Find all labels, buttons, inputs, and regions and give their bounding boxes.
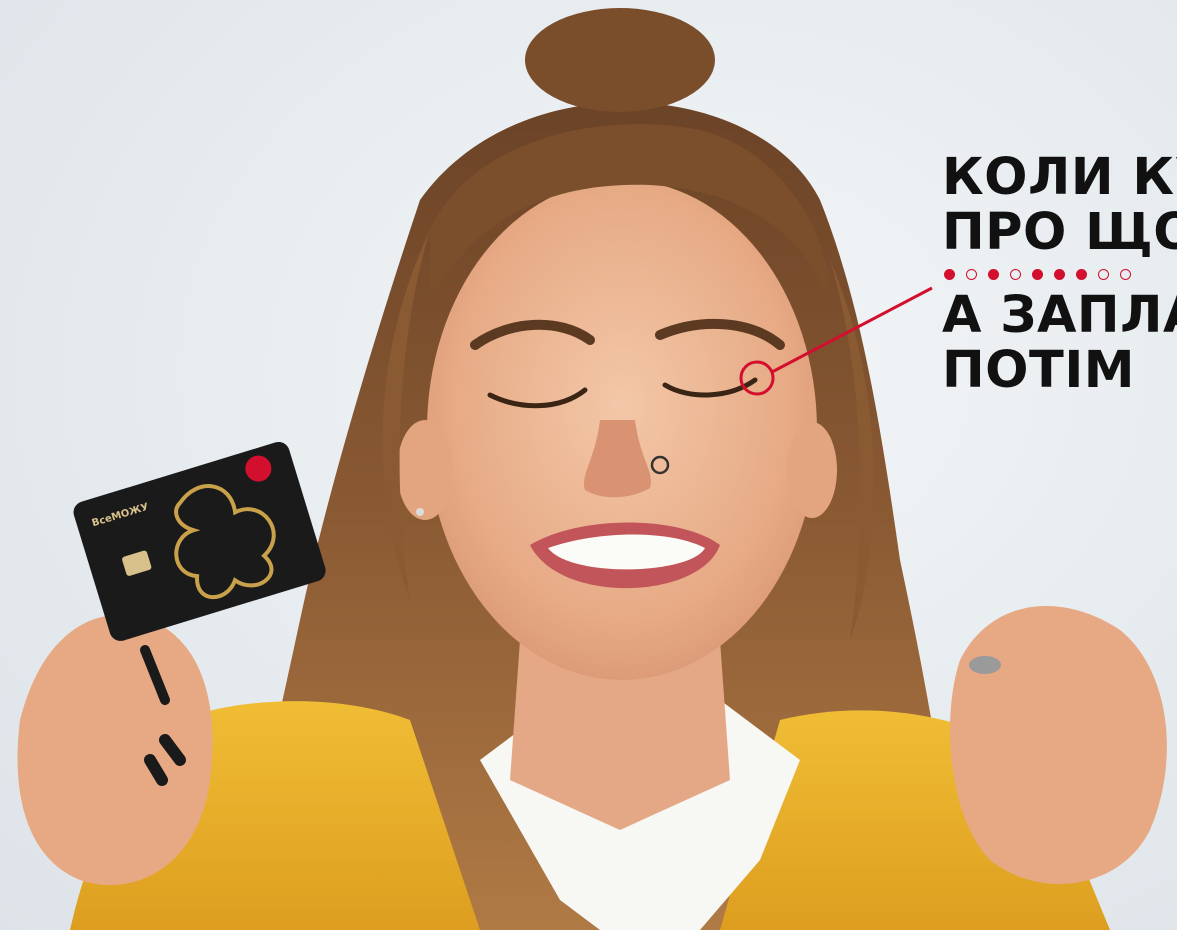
headline-line-2: ПРО ЩО МРІЄШ bbox=[942, 203, 1177, 262]
divider-dot bbox=[1010, 268, 1021, 280]
divider-dot bbox=[1098, 268, 1109, 280]
divider-dot bbox=[966, 268, 977, 280]
headline-line-3: А ЗАПЛАТИШ bbox=[942, 286, 1177, 345]
right-fist bbox=[950, 606, 1167, 884]
headline-line-1: КОЛИ КУПУЄШ bbox=[942, 148, 1177, 207]
divider-dot bbox=[1076, 268, 1087, 280]
credit-card: ВсеМОЖУ bbox=[73, 441, 326, 641]
ad-banner: ВсеМОЖУ КОЛИ КУПУЄШ ПРО ЩО МРІЄШ А ЗАПЛА… bbox=[0, 0, 1177, 930]
divider-dot bbox=[1054, 268, 1065, 280]
headline-text: КОЛИ КУПУЄШ ПРО ЩО МРІЄШ А ЗАПЛАТИШ ПОТІ… bbox=[942, 150, 1177, 398]
photo-woman-with-card: ВсеМОЖУ bbox=[17, 8, 1167, 930]
divider-dot bbox=[1032, 268, 1043, 280]
divider-dot bbox=[944, 268, 955, 280]
hair-bun bbox=[525, 8, 715, 112]
divider-dot bbox=[988, 268, 999, 280]
left-hand bbox=[17, 614, 213, 886]
divider-dot bbox=[1120, 268, 1131, 280]
headline-line-4: ПОТІМ bbox=[942, 341, 1136, 400]
dot-divider bbox=[944, 262, 1177, 286]
